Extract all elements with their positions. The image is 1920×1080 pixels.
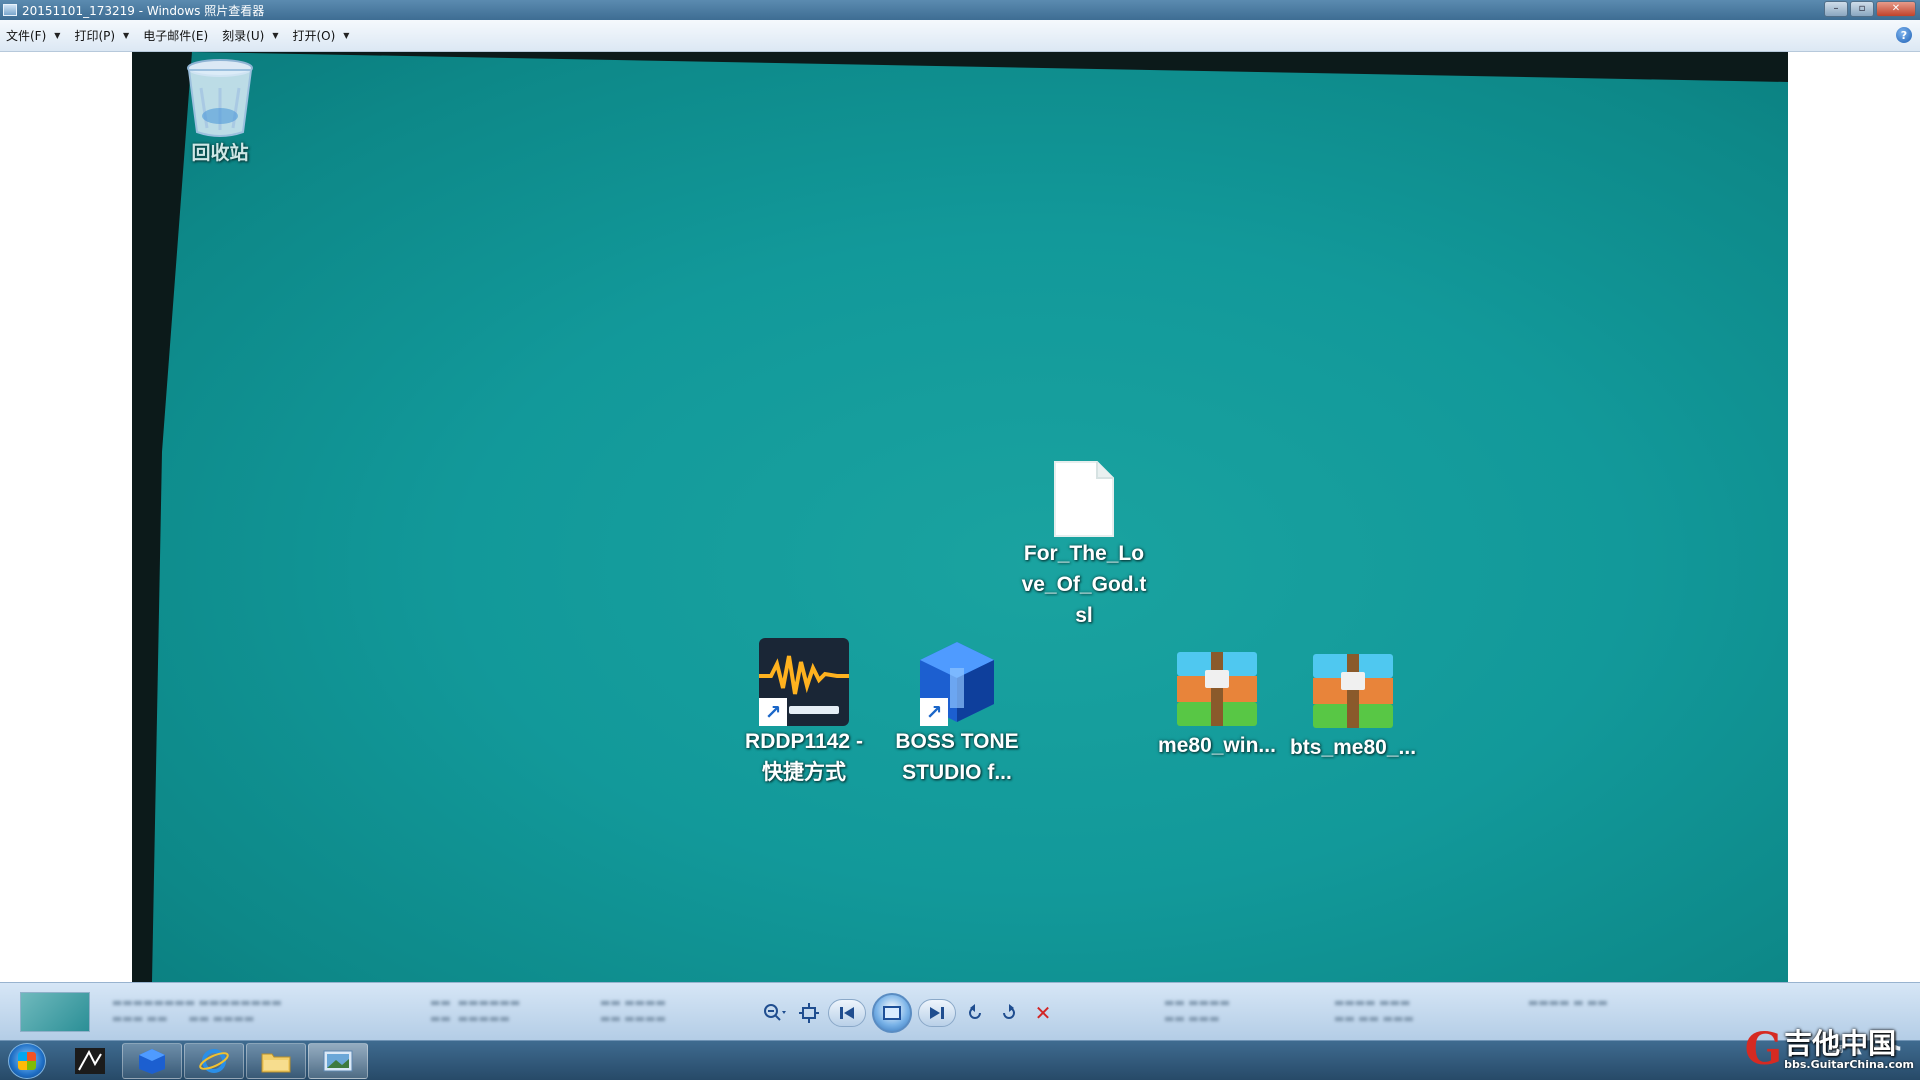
- fit-icon[interactable]: [794, 999, 824, 1027]
- previous-icon[interactable]: [828, 999, 866, 1027]
- menu-label: 电子邮件(E): [143, 29, 209, 43]
- desktop-icon-rddp-shortcut: ↗ RDDP1142 - 快捷方式: [734, 638, 874, 788]
- menu-open[interactable]: 打开(O) ▼: [292, 27, 349, 44]
- playback-controls: ✕: [758, 993, 1060, 1033]
- desktop-icon-label: For_The_Love_Of_God.tsl: [1021, 542, 1147, 627]
- slider-icon: [789, 706, 839, 714]
- blurred-info-3: ▬▬ ▬▬▬▬ ▬▬ ▬▬▬▬: [600, 996, 666, 1025]
- delete-icon[interactable]: ✕: [1028, 999, 1058, 1027]
- rotate-left-icon[interactable]: [960, 999, 990, 1027]
- window-title: 20151101_173219 - Windows 照片查看器: [22, 3, 265, 18]
- menu-bar: 文件(F) ▼ 打印(P) ▼ 电子邮件(E) 刻录(U) ▼ 打开(O) ▼ …: [0, 20, 1920, 52]
- desktop-icon-label: 回收站: [191, 143, 249, 164]
- recycle-bin-icon: [187, 59, 253, 137]
- dropdown-arrow-icon: ▼: [54, 31, 61, 40]
- winrar-archive-icon: [1177, 652, 1257, 726]
- image-viewer: 回收站 For_The_Love_Of_God.tsl ↗ RDDP1142 -…: [0, 52, 1920, 982]
- start-button[interactable]: [8, 1043, 46, 1079]
- menu-label: 打印(P): [74, 29, 116, 43]
- photo-viewer-icon[interactable]: [308, 1043, 368, 1079]
- desktop-icon-label: BOSS TONE STUDIO f...: [895, 730, 1019, 784]
- menu-label: 刻录(U): [222, 29, 265, 43]
- ie-icon[interactable]: [184, 1043, 244, 1079]
- photo: 回收站 For_The_Love_Of_God.tsl ↗ RDDP1142 -…: [132, 52, 1788, 982]
- desktop-icon-text-file: For_The_Love_Of_God.tsl: [1004, 460, 1164, 631]
- help-icon[interactable]: ?: [1896, 27, 1912, 43]
- app-icon-1[interactable]: [60, 1043, 120, 1079]
- next-icon[interactable]: [918, 999, 956, 1027]
- maximize-button[interactable]: ▫: [1850, 1, 1874, 17]
- dropdown-arrow-icon: ▼: [123, 31, 130, 40]
- desktop-icon-label: me80_win...: [1158, 734, 1276, 757]
- menu-file[interactable]: 文件(F) ▼: [6, 27, 60, 44]
- waveform-icon: [759, 655, 849, 695]
- menu-email[interactable]: 电子邮件(E): [143, 27, 208, 44]
- minimize-button[interactable]: –: [1824, 1, 1848, 17]
- watermark-logo-icon: G: [1744, 1024, 1783, 1075]
- watermark-text: 吉他中国 bbs.GuitarChina.com: [1784, 1029, 1914, 1071]
- app-icon: [3, 4, 17, 16]
- dropdown-arrow-icon: ▼: [272, 31, 279, 40]
- taskbar: ⌨ ▲ ▣ ⚑: [0, 1040, 1920, 1080]
- blurred-info-1: ▬▬▬▬▬▬▬▬ ▬▬▬▬▬▬▬▬ ▬▬▬ ▬▬ ▬▬ ▬▬▬▬: [112, 996, 282, 1025]
- boss-cube-icon: ↗: [912, 638, 1002, 726]
- windows-logo-icon: [18, 1052, 36, 1070]
- blurred-info-2: ▬▬ ▬▬▬▬▬▬ ▬▬ ▬▬▬▬▬: [430, 996, 521, 1025]
- desktop-icon-label: bts_me80_...: [1289, 736, 1417, 759]
- app-icon-2[interactable]: [122, 1043, 182, 1079]
- thumbnail[interactable]: [20, 992, 90, 1032]
- audio-app-icon: ↗: [759, 638, 849, 726]
- window-controls: – ▫ ✕: [1824, 1, 1916, 17]
- menu-label: 文件(F): [6, 29, 47, 43]
- menu-print[interactable]: 打印(P) ▼: [74, 27, 129, 44]
- desktop-icon-label: RDDP1142 - 快捷方式: [745, 730, 863, 784]
- shortcut-arrow-icon: ↗: [759, 698, 787, 726]
- desktop-icon-me80-win: me80_win...: [1152, 648, 1282, 761]
- close-button[interactable]: ✕: [1876, 1, 1916, 17]
- blurred-info-4: ▬▬ ▬▬▬▬ ▬▬ ▬▬▬: [1164, 996, 1230, 1025]
- viewer-control-bar: ▬▬▬▬▬▬▬▬ ▬▬▬▬▬▬▬▬ ▬▬▬ ▬▬ ▬▬ ▬▬▬▬ ▬▬ ▬▬▬▬▬…: [0, 982, 1920, 1040]
- desktop-screen: [152, 52, 1788, 982]
- shortcut-arrow-icon: ↗: [920, 698, 948, 726]
- watermark-url: bbs.GuitarChina.com: [1784, 1058, 1914, 1071]
- slideshow-glyph: [883, 1006, 901, 1020]
- winrar-archive-icon: [1313, 654, 1393, 728]
- desktop-icon-boss-tone-studio: ↗ BOSS TONE STUDIO f...: [882, 638, 1032, 788]
- rotate-right-icon[interactable]: [994, 999, 1024, 1027]
- explorer-icon[interactable]: [246, 1043, 306, 1079]
- slideshow-icon[interactable]: [872, 993, 912, 1033]
- menu-burn[interactable]: 刻录(U) ▼: [222, 27, 278, 44]
- blurred-info-5: ▬▬▬▬ ▬▬▬ ▬▬ ▬▬ ▬▬▬: [1334, 996, 1414, 1025]
- desktop-icon-bts-me80: bts_me80_...: [1288, 650, 1418, 763]
- desktop-icon-recycle-bin: 回收站: [170, 58, 270, 169]
- watermark-cn: 吉他中国: [1784, 1027, 1897, 1060]
- menu-label: 打开(O): [292, 29, 336, 43]
- zoom-icon[interactable]: [760, 999, 790, 1027]
- title-bar: 20151101_173219 - Windows 照片查看器 – ▫ ✕: [0, 0, 1920, 20]
- blurred-info-6: ▬▬▬▬ ▬ ▬▬: [1528, 996, 1608, 1009]
- document-icon: [1054, 461, 1114, 537]
- dropdown-arrow-icon: ▼: [343, 31, 350, 40]
- watermark: G 吉他中国 bbs.GuitarChina.com: [1745, 1028, 1914, 1072]
